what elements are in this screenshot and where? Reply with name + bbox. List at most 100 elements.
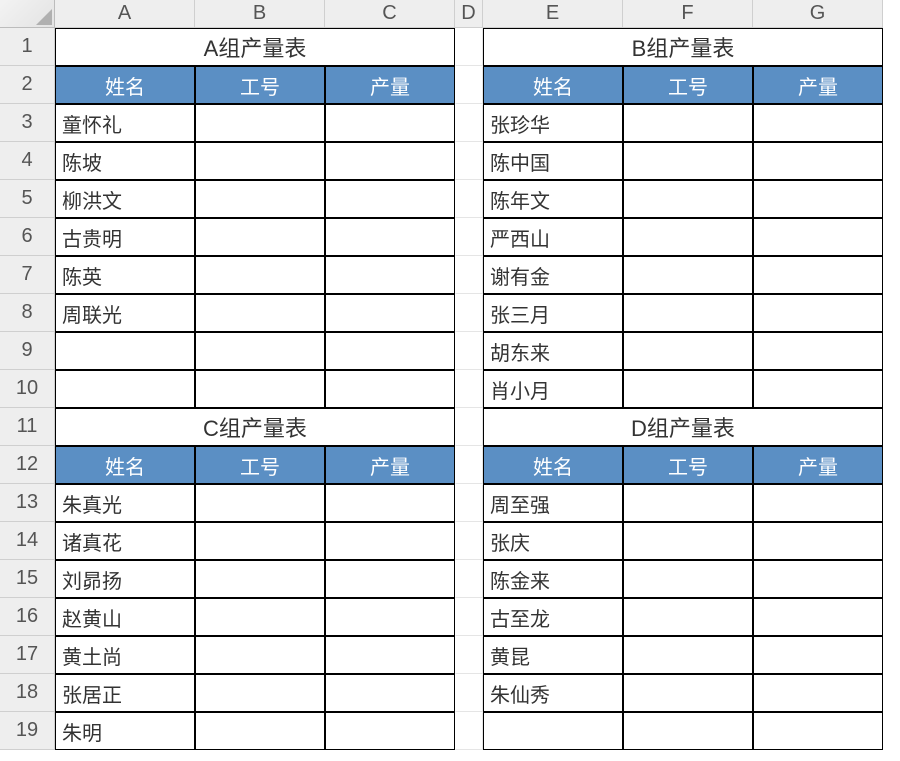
table-B-id-1[interactable] — [623, 142, 753, 180]
row-header-5[interactable]: 5 — [0, 180, 55, 218]
table-A-id-4[interactable] — [195, 256, 325, 294]
select-all-corner[interactable] — [0, 0, 55, 28]
column-header-E[interactable]: E — [483, 0, 623, 28]
table-D-qty-1[interactable] — [753, 522, 883, 560]
table-D-id-1[interactable] — [623, 522, 753, 560]
table-C-qty-4[interactable] — [325, 636, 455, 674]
table-C-qty-3[interactable] — [325, 598, 455, 636]
table-B-qty-1[interactable] — [753, 142, 883, 180]
row-header-16[interactable]: 16 — [0, 598, 55, 636]
table-C-id-2[interactable] — [195, 560, 325, 598]
table-B-qty-3[interactable] — [753, 218, 883, 256]
table-B-name-7[interactable]: 肖小月 — [483, 370, 623, 408]
table-C-name-2[interactable]: 刘昴扬 — [55, 560, 195, 598]
row-header-3[interactable]: 3 — [0, 104, 55, 142]
column-header-G[interactable]: G — [753, 0, 883, 28]
row-header-13[interactable]: 13 — [0, 484, 55, 522]
table-C-name-1[interactable]: 诸真花 — [55, 522, 195, 560]
gap-col-D-row-17[interactable] — [455, 636, 483, 674]
gap-col-D-row-9[interactable] — [455, 332, 483, 370]
row-header-6[interactable]: 6 — [0, 218, 55, 256]
table-A-qty-3[interactable] — [325, 218, 455, 256]
table-A-id-1[interactable] — [195, 142, 325, 180]
table-B-id-5[interactable] — [623, 294, 753, 332]
table-B-name-1[interactable]: 陈中国 — [483, 142, 623, 180]
table-D-qty-4[interactable] — [753, 636, 883, 674]
table-C-qty-6[interactable] — [325, 712, 455, 750]
table-B-name-6[interactable]: 胡东来 — [483, 332, 623, 370]
gap-col-D-row-5[interactable] — [455, 180, 483, 218]
table-C-id-6[interactable] — [195, 712, 325, 750]
table-A-name-0[interactable]: 童怀礼 — [55, 104, 195, 142]
table-C-name-5[interactable]: 张居正 — [55, 674, 195, 712]
table-D-qty-5[interactable] — [753, 674, 883, 712]
table-B-name-3[interactable]: 严西山 — [483, 218, 623, 256]
table-B-id-6[interactable] — [623, 332, 753, 370]
row-header-11[interactable]: 11 — [0, 408, 55, 446]
table-D-name-2[interactable]: 陈金来 — [483, 560, 623, 598]
table-A-id-5[interactable] — [195, 294, 325, 332]
table-D-id-4[interactable] — [623, 636, 753, 674]
table-C-id-5[interactable] — [195, 674, 325, 712]
row-header-2[interactable]: 2 — [0, 66, 55, 104]
gap-col-D-row-6[interactable] — [455, 218, 483, 256]
table-A-qty-7[interactable] — [325, 370, 455, 408]
table-D-name-4[interactable]: 黄昆 — [483, 636, 623, 674]
row-header-8[interactable]: 8 — [0, 294, 55, 332]
table-A-qty-5[interactable] — [325, 294, 455, 332]
table-B-id-2[interactable] — [623, 180, 753, 218]
table-C-id-3[interactable] — [195, 598, 325, 636]
row-header-14[interactable]: 14 — [0, 522, 55, 560]
table-B-name-5[interactable]: 张三月 — [483, 294, 623, 332]
table-C-qty-0[interactable] — [325, 484, 455, 522]
gap-col-D-row-3[interactable] — [455, 104, 483, 142]
column-header-B[interactable]: B — [195, 0, 325, 28]
table-D-id-6[interactable] — [623, 712, 753, 750]
table-A-name-5[interactable]: 周联光 — [55, 294, 195, 332]
gap-col-D-row-13[interactable] — [455, 484, 483, 522]
table-A-name-2[interactable]: 柳洪文 — [55, 180, 195, 218]
table-D-qty-6[interactable] — [753, 712, 883, 750]
row-header-17[interactable]: 17 — [0, 636, 55, 674]
column-header-D[interactable]: D — [455, 0, 483, 28]
table-D-name-6[interactable] — [483, 712, 623, 750]
table-B-name-2[interactable]: 陈年文 — [483, 180, 623, 218]
table-C-id-0[interactable] — [195, 484, 325, 522]
table-D-name-3[interactable]: 古至龙 — [483, 598, 623, 636]
table-A-name-4[interactable]: 陈英 — [55, 256, 195, 294]
table-D-id-5[interactable] — [623, 674, 753, 712]
table-C-qty-5[interactable] — [325, 674, 455, 712]
table-A-id-3[interactable] — [195, 218, 325, 256]
table-C-name-4[interactable]: 黄土尚 — [55, 636, 195, 674]
row-header-1[interactable]: 1 — [0, 28, 55, 66]
table-A-qty-2[interactable] — [325, 180, 455, 218]
row-header-7[interactable]: 7 — [0, 256, 55, 294]
row-header-18[interactable]: 18 — [0, 674, 55, 712]
gap-col-D-row-16[interactable] — [455, 598, 483, 636]
gap-col-D-row-18[interactable] — [455, 674, 483, 712]
table-C-id-4[interactable] — [195, 636, 325, 674]
table-D-name-0[interactable]: 周至强 — [483, 484, 623, 522]
table-D-name-5[interactable]: 朱仙秀 — [483, 674, 623, 712]
table-B-qty-6[interactable] — [753, 332, 883, 370]
table-A-name-3[interactable]: 古贵明 — [55, 218, 195, 256]
table-C-name-0[interactable]: 朱真光 — [55, 484, 195, 522]
gap-col-D-row-19[interactable] — [455, 712, 483, 750]
row-header-10[interactable]: 10 — [0, 370, 55, 408]
table-B-qty-0[interactable] — [753, 104, 883, 142]
table-B-name-4[interactable]: 谢有金 — [483, 256, 623, 294]
spreadsheet-grid[interactable]: ABCDEFG12345678910111213141516171819A组产量… — [0, 0, 900, 750]
row-header-15[interactable]: 15 — [0, 560, 55, 598]
gap-col-D-row-15[interactable] — [455, 560, 483, 598]
table-A-qty-4[interactable] — [325, 256, 455, 294]
gap-col-D-row-4[interactable] — [455, 142, 483, 180]
table-A-id-6[interactable] — [195, 332, 325, 370]
table-A-id-0[interactable] — [195, 104, 325, 142]
gap-col-D-row-2[interactable] — [455, 66, 483, 104]
gap-col-D-row-11[interactable] — [455, 408, 483, 446]
column-header-C[interactable]: C — [325, 0, 455, 28]
gap-col-D-row-7[interactable] — [455, 256, 483, 294]
table-B-qty-4[interactable] — [753, 256, 883, 294]
table-C-name-6[interactable]: 朱明 — [55, 712, 195, 750]
table-B-qty-2[interactable] — [753, 180, 883, 218]
